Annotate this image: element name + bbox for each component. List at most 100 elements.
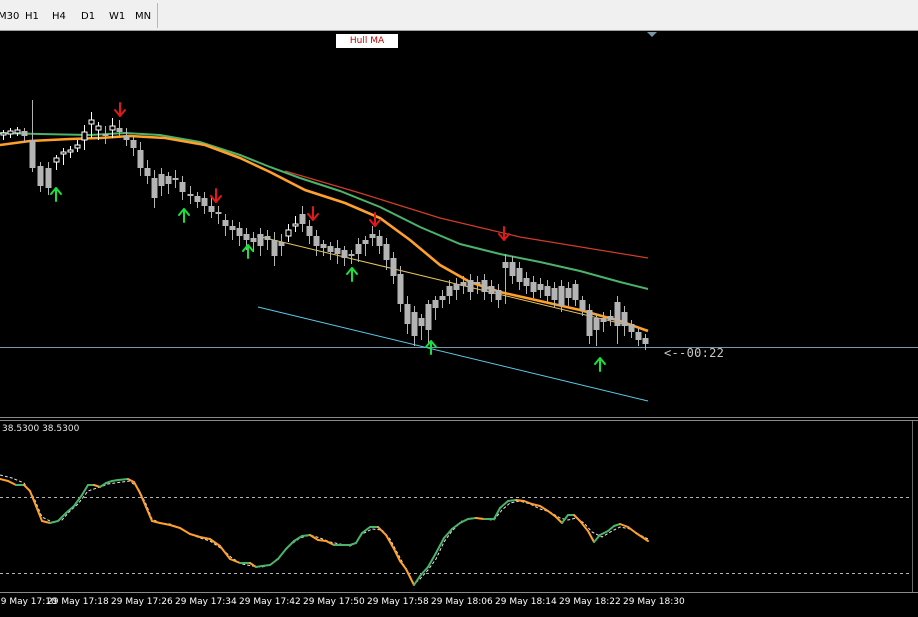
oscillator-segment	[393, 548, 401, 562]
timeframe-w1-button[interactable]: W1	[109, 9, 125, 24]
candle-body	[271, 240, 278, 256]
candlestick	[453, 278, 460, 300]
candlestick	[179, 176, 186, 200]
candle-body	[123, 136, 130, 140]
candle-body	[278, 242, 285, 246]
candlestick	[21, 128, 28, 142]
oscillator-segment	[607, 525, 615, 532]
candle-body	[243, 234, 250, 240]
oscillator-segment	[41, 520, 51, 524]
candle-body	[355, 244, 362, 254]
candlestick	[257, 228, 264, 256]
arrow-down-icon	[114, 102, 126, 117]
price-chart-window[interactable]	[0, 32, 918, 418]
candle-body	[509, 262, 516, 276]
candle-body	[516, 268, 523, 282]
chart-shift-marker[interactable]	[647, 32, 657, 37]
candle-body	[432, 300, 439, 308]
candle-body	[292, 223, 299, 227]
candlestick	[341, 246, 348, 266]
candle-body	[7, 130, 14, 135]
candlestick	[621, 306, 628, 336]
candle-body	[130, 140, 137, 148]
candlestick	[579, 296, 586, 316]
candlestick	[432, 296, 439, 320]
candlestick	[60, 148, 67, 165]
candle-body	[579, 300, 586, 310]
candlestick	[271, 232, 278, 266]
time-axis-label: 29 May 17:58	[367, 597, 429, 607]
time-axis-label: 29 May 17:50	[303, 597, 365, 607]
oscillator-segment	[355, 532, 363, 544]
oscillator-segment	[523, 500, 533, 505]
bar-countdown-timer: <--00:22	[664, 346, 725, 360]
candle-body	[299, 214, 306, 224]
oscillator-segment	[293, 535, 303, 542]
oscillator-segment	[151, 520, 161, 524]
time-axis-label: 29 May 18:22	[559, 597, 621, 607]
candle-body	[551, 288, 558, 300]
time-axis-label: 29 May 17:26	[111, 597, 173, 607]
oscillator-segment	[169, 524, 181, 529]
oscillator-segment	[493, 507, 501, 520]
candlestick	[14, 127, 21, 136]
candle-body	[313, 236, 320, 246]
candlestick	[194, 192, 201, 208]
candle-body	[418, 318, 425, 326]
candlestick	[278, 234, 285, 256]
timeframe-h4-button[interactable]: H4	[52, 9, 66, 24]
candle-body	[572, 284, 579, 300]
oscillator-segment	[277, 548, 287, 560]
oscillator-window[interactable]	[0, 420, 918, 593]
oscillator-segment	[145, 506, 153, 522]
candlestick	[187, 186, 194, 204]
oscillator-segment	[619, 523, 629, 528]
hull-ma-indicator-label[interactable]: Hull MA	[336, 34, 398, 48]
oscillator-segment	[451, 522, 461, 530]
candle-body	[635, 332, 642, 340]
candle-body	[628, 324, 635, 332]
candlestick	[446, 280, 453, 304]
timeframe-m30-button[interactable]: M30	[0, 9, 19, 24]
candle-body	[81, 131, 88, 141]
candlestick	[411, 306, 418, 346]
candlestick	[201, 192, 208, 214]
candlestick	[130, 136, 137, 156]
candlestick	[29, 100, 36, 172]
candlestick	[390, 252, 397, 284]
candle-body	[593, 318, 600, 330]
candle-body	[397, 274, 404, 304]
time-axis-label: 29 May 18:14	[495, 597, 557, 607]
time-axis-label: 29 May 18:06	[431, 597, 493, 607]
candlestick	[229, 220, 236, 240]
oscillator-segment	[459, 518, 469, 524]
timeframe-d1-button[interactable]: D1	[81, 9, 95, 24]
candlestick	[481, 274, 488, 300]
candlestick	[397, 266, 404, 312]
timeframe-mn-button[interactable]: MN	[135, 9, 151, 24]
candlestick	[369, 226, 376, 246]
candlestick	[7, 128, 14, 138]
oscillator-canvas	[0, 421, 913, 593]
candle-body	[600, 318, 607, 322]
candle-body	[14, 129, 21, 134]
time-axis-label: 29 May 17:18	[47, 597, 109, 607]
candle-body	[109, 125, 116, 131]
candlestick	[102, 126, 109, 144]
candle-body	[411, 312, 418, 336]
candlestick	[516, 262, 523, 290]
oscillator-segment	[117, 478, 129, 481]
candlestick	[467, 274, 474, 300]
oscillator-main-line	[0, 478, 649, 586]
candle-body	[95, 125, 102, 131]
candle-body	[474, 282, 481, 284]
candle-body	[285, 229, 292, 237]
candlestick	[425, 300, 432, 344]
candle-body	[607, 316, 614, 320]
candle-body	[565, 288, 572, 298]
candlestick	[236, 222, 243, 246]
timeframe-h1-button[interactable]: H1	[25, 9, 39, 24]
candlestick	[404, 296, 411, 334]
oscillator-segment	[285, 540, 295, 550]
oscillator-segment	[317, 539, 327, 542]
